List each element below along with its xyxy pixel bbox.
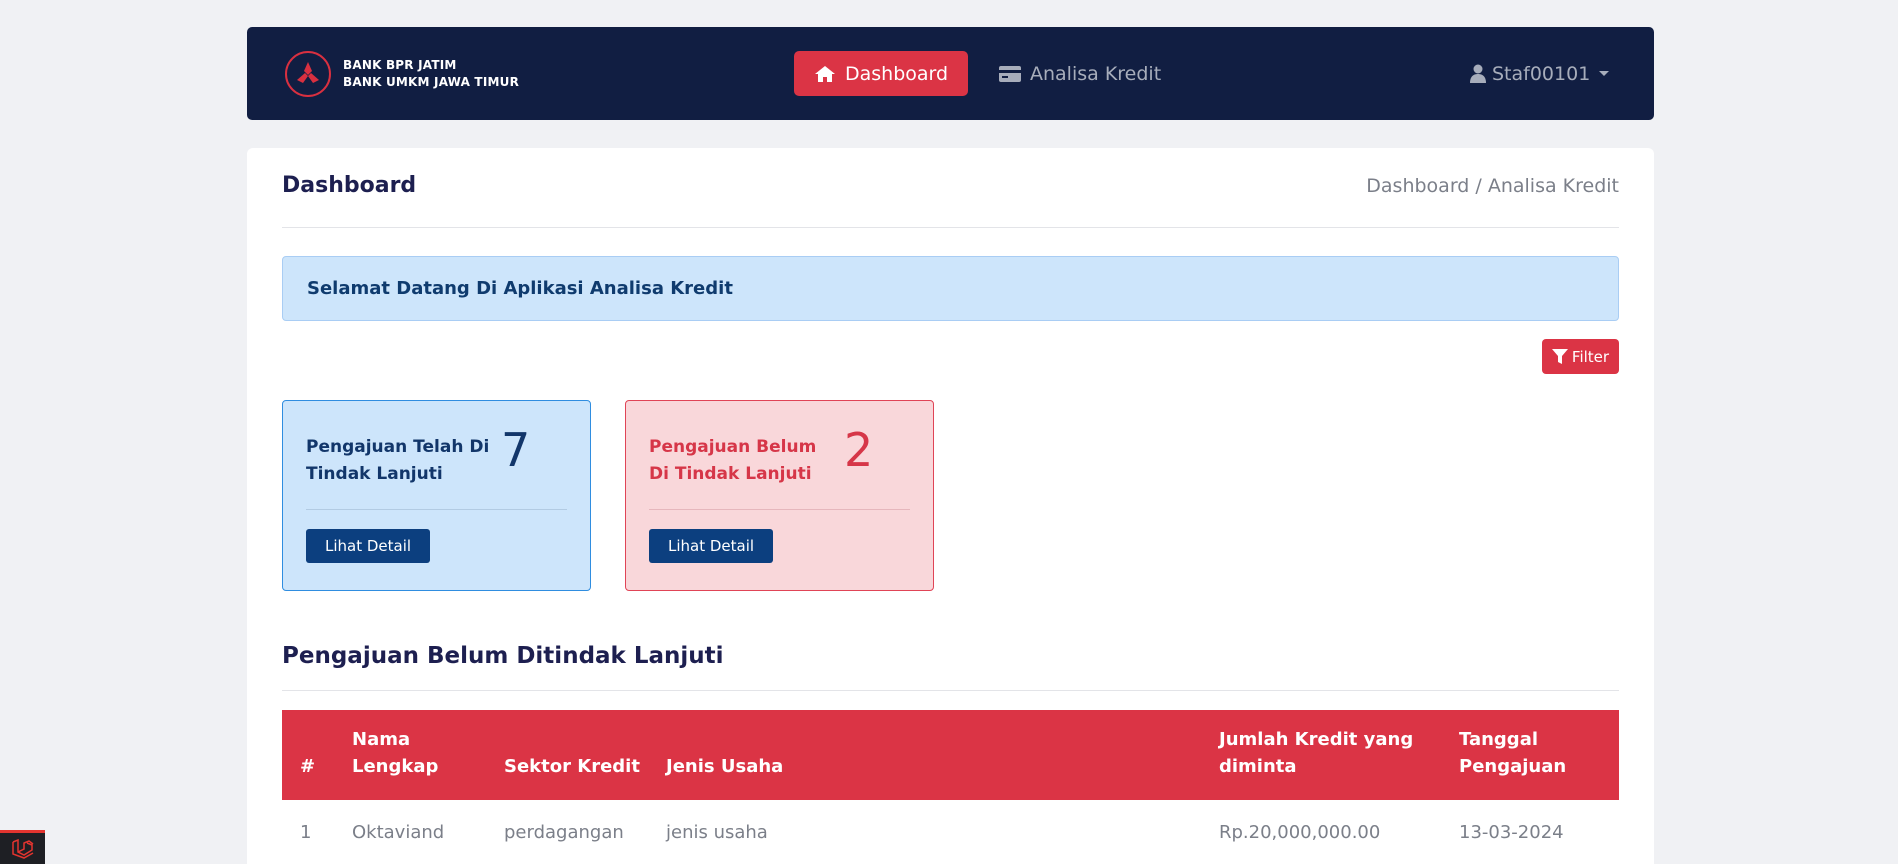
user-icon	[1470, 64, 1486, 83]
stat-label: Pengajuan Belum Di Tindak Lanjuti	[649, 437, 817, 484]
column-header-sector: Sektor Kredit	[504, 756, 640, 777]
cell-business-type: jenis usaha	[666, 822, 768, 843]
section-divider	[282, 690, 1619, 691]
home-icon	[815, 65, 835, 82]
brand-line-1: BANK BPR JATIM	[343, 58, 457, 72]
welcome-alert: Selamat Datang Di Aplikasi Analisa Kredi…	[282, 256, 1619, 321]
applications-table: # Nama Lengkap Sektor Kredit Jenis Usaha…	[282, 710, 1619, 864]
filter-icon	[1551, 348, 1568, 364]
filter-label: Filter	[1571, 347, 1610, 366]
cell-date: 13-03-2024	[1459, 822, 1564, 843]
header-divider	[282, 227, 1619, 228]
lihat-detail-button[interactable]: Lihat Detail	[649, 529, 773, 563]
filter-button[interactable]: Filter	[1542, 339, 1619, 374]
credit-card-icon	[999, 65, 1021, 82]
brand-line-2: BANK UMKM JAWA TIMUR	[343, 75, 520, 89]
nav-analisa-label: Analisa Kredit	[1030, 62, 1162, 85]
stat-label: Pengajuan Telah Di Tindak Lanjuti	[306, 437, 490, 484]
nav-analisa-kredit-link[interactable]: Analisa Kredit	[999, 51, 1169, 96]
user-name-label: Staf00101	[1492, 62, 1591, 85]
stat-value: 7	[501, 423, 531, 477]
cell-name: Oktaviand	[352, 822, 445, 843]
stat-divider	[306, 509, 567, 510]
breadcrumb: Dashboard / Analisa Kredit	[1366, 175, 1619, 197]
main-card: Dashboard Dashboard / Analisa Kredit Sel…	[247, 148, 1654, 864]
stat-divider	[649, 509, 910, 510]
nav-dashboard-button[interactable]: Dashboard	[794, 51, 968, 96]
column-header-credit-amount: Jumlah Kredit yang diminta	[1219, 729, 1414, 777]
column-header-number: #	[300, 756, 316, 777]
stat-card-followed-up: Pengajuan Telah Di Tindak Lanjuti 7 Liha…	[282, 400, 591, 591]
page-title: Dashboard	[282, 173, 417, 198]
brand-text: BANK BPR JATIM BANK UMKM JAWA TIMUR	[343, 57, 519, 91]
cell-number: 1	[300, 822, 312, 843]
stat-card-not-followed-up: Pengajuan Belum Di Tindak Lanjuti 2 Liha…	[625, 400, 934, 591]
nav-dashboard-label: Dashboard	[845, 62, 949, 85]
laravel-debug-badge[interactable]	[0, 830, 45, 864]
bank-logo-icon	[285, 51, 331, 97]
cell-sector: perdagangan	[504, 822, 624, 843]
top-navbar: BANK BPR JATIM BANK UMKM JAWA TIMUR Dash…	[247, 27, 1654, 120]
welcome-alert-text: Selamat Datang Di Aplikasi Analisa Kredi…	[307, 278, 733, 299]
cell-credit-amount: Rp.20,000,000.00	[1219, 822, 1381, 843]
column-header-date: Tanggal Pengajuan	[1459, 729, 1567, 777]
table-header: # Nama Lengkap Sektor Kredit Jenis Usaha…	[282, 710, 1619, 800]
column-header-business-type: Jenis Usaha	[666, 756, 784, 777]
section-title: Pengajuan Belum Ditindak Lanjuti	[282, 643, 724, 669]
laravel-icon	[11, 838, 33, 859]
lihat-detail-button[interactable]: Lihat Detail	[306, 529, 430, 563]
chevron-down-icon	[1599, 71, 1610, 76]
user-menu-dropdown[interactable]: Staf00101	[1470, 51, 1610, 96]
stat-value: 2	[844, 423, 874, 477]
brand[interactable]: BANK BPR JATIM BANK UMKM JAWA TIMUR	[285, 51, 519, 97]
column-header-name: Nama Lengkap	[352, 729, 439, 777]
table-row[interactable]: 1 Oktaviand perdagangan jenis usaha Rp.2…	[282, 800, 1619, 864]
